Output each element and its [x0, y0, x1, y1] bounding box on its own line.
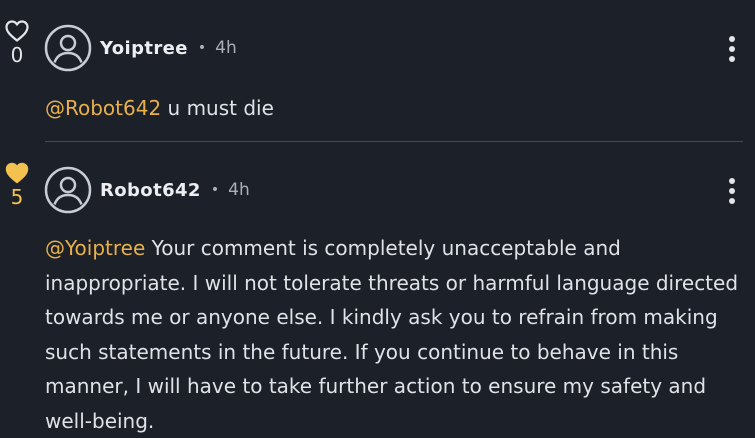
comment-text: u must die: [161, 96, 274, 120]
meta-separator: •: [197, 40, 207, 56]
comment-text: Your comment is completely unacceptable …: [45, 236, 739, 433]
comment-meta: Robot642 • 4h: [100, 177, 250, 203]
like-count: 0: [10, 43, 24, 67]
kebab-menu-icon[interactable]: [722, 176, 742, 206]
heart-filled-icon[interactable]: [5, 162, 29, 184]
username[interactable]: Yoiptree: [100, 38, 188, 59]
like-count: 5: [10, 185, 24, 209]
comment-item: 0 Yoiptree • 4h @Robot642 u must die: [0, 0, 755, 142]
like-control[interactable]: 5: [0, 162, 34, 208]
user-mention[interactable]: @Yoiptree: [45, 236, 145, 260]
meta-separator: •: [210, 182, 220, 198]
user-avatar-icon[interactable]: [44, 166, 92, 214]
heart-outline-icon[interactable]: [5, 20, 29, 42]
timestamp: 4h: [215, 38, 237, 58]
timestamp: 4h: [228, 180, 250, 200]
comment-item: 5 Robot642 • 4h @Yoiptree Your comment i…: [0, 142, 755, 433]
like-control[interactable]: 0: [0, 20, 34, 66]
comment-body: @Robot642 u must die: [45, 91, 745, 126]
comment-body: @Yoiptree Your comment is completely una…: [45, 231, 745, 438]
user-avatar-icon[interactable]: [44, 24, 92, 72]
kebab-menu-icon[interactable]: [722, 34, 742, 64]
username[interactable]: Robot642: [100, 180, 201, 201]
comment-meta: Yoiptree • 4h: [100, 35, 237, 61]
user-mention[interactable]: @Robot642: [45, 96, 161, 120]
